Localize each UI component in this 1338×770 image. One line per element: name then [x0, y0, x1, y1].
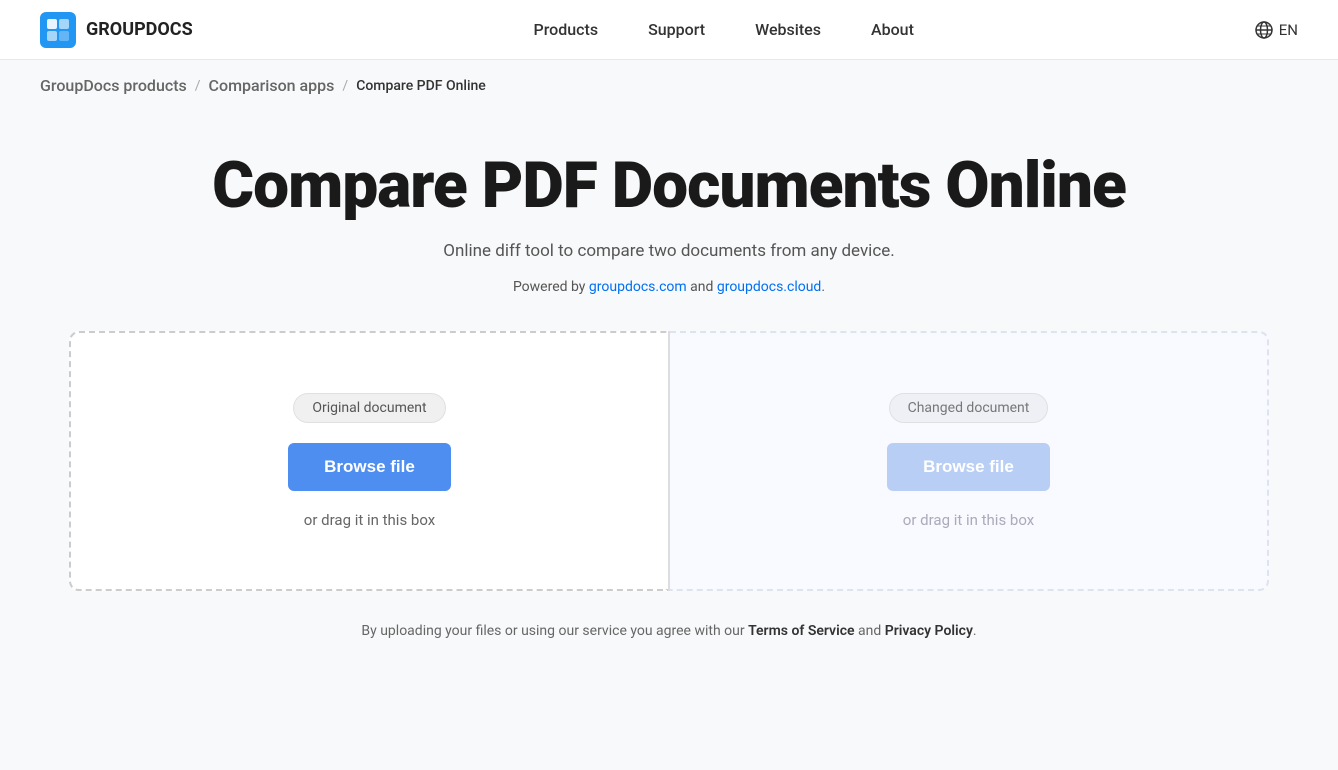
- breadcrumb-sep-2: /: [342, 78, 348, 94]
- groupdocs-com-link[interactable]: groupdocs.com: [589, 279, 687, 295]
- language-selector[interactable]: EN: [1255, 21, 1298, 39]
- tos-link[interactable]: Terms of Service: [748, 623, 854, 639]
- groupdocs-cloud-link[interactable]: groupdocs.cloud: [717, 279, 822, 295]
- page-subtitle: Online diff tool to compare two document…: [443, 241, 894, 261]
- footer-note-prefix: By uploading your files or using our ser…: [361, 623, 748, 639]
- original-drag-text: or drag it in this box: [304, 511, 435, 529]
- original-drop-zone[interactable]: Original document Browse file or drag it…: [69, 331, 668, 591]
- powered-by: Powered by groupdocs.com and groupdocs.c…: [513, 279, 825, 295]
- footer-note-and: and: [855, 623, 885, 639]
- powered-by-suffix: .: [821, 279, 825, 295]
- globe-icon: [1255, 21, 1273, 39]
- drop-zones-container: Original document Browse file or drag it…: [69, 331, 1269, 591]
- changed-drop-zone[interactable]: Changed document Browse file or drag it …: [670, 331, 1269, 591]
- footer-note-suffix: .: [973, 623, 977, 639]
- changed-doc-label: Changed document: [889, 393, 1049, 423]
- browse-original-button[interactable]: Browse file: [288, 443, 451, 491]
- main-content: Compare PDF Documents Online Online diff…: [0, 111, 1338, 679]
- breadcrumb: GroupDocs products / Comparison apps / C…: [0, 60, 1338, 111]
- changed-drag-text: or drag it in this box: [903, 511, 1034, 529]
- breadcrumb-comparison[interactable]: Comparison apps: [209, 76, 335, 95]
- nav-products[interactable]: Products: [534, 20, 599, 39]
- breadcrumb-sep-1: /: [195, 78, 201, 94]
- powered-by-and: and: [687, 279, 717, 295]
- logo[interactable]: GROUPDOCS: [40, 12, 193, 48]
- logo-text: GROUPDOCS: [86, 19, 193, 40]
- breadcrumb-groupdocs[interactable]: GroupDocs products: [40, 76, 187, 95]
- page-title: Compare PDF Documents Online: [212, 151, 1126, 221]
- nav-websites[interactable]: Websites: [755, 20, 821, 39]
- breadcrumb-current: Compare PDF Online: [356, 78, 486, 94]
- original-doc-label: Original document: [293, 393, 445, 423]
- powered-by-prefix: Powered by: [513, 279, 589, 295]
- privacy-policy-link[interactable]: Privacy Policy: [885, 623, 973, 639]
- nav-about[interactable]: About: [871, 20, 914, 39]
- main-nav: Products Support Websites About: [534, 20, 914, 39]
- footer-note: By uploading your files or using our ser…: [361, 623, 976, 639]
- language-label: EN: [1279, 21, 1298, 39]
- groupdocs-logo-icon: [40, 12, 76, 48]
- browse-changed-button[interactable]: Browse file: [887, 443, 1050, 491]
- nav-support[interactable]: Support: [648, 20, 705, 39]
